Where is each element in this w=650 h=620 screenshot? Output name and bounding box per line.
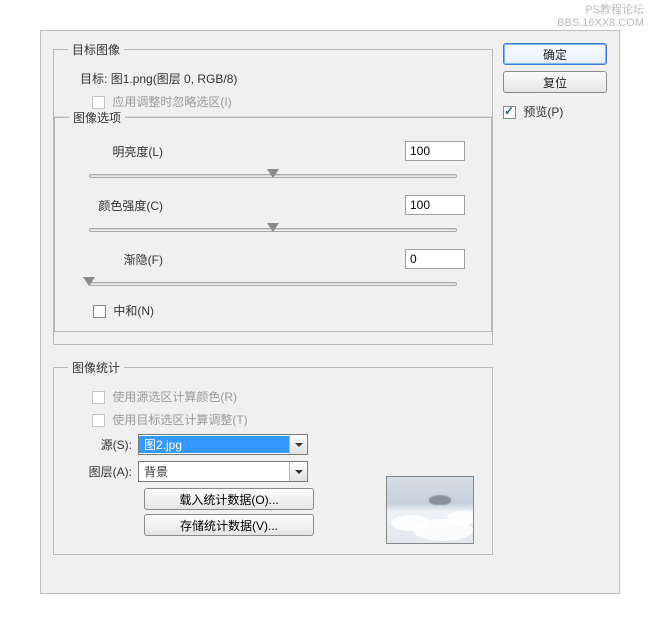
color-intensity-thumb[interactable] — [267, 223, 279, 232]
target-value: 图1.png(图层 0, RGB/8) — [111, 72, 238, 86]
layer-combo[interactable]: 背景 — [138, 461, 308, 482]
load-stats-button[interactable]: 载入统计数据(O)... — [144, 488, 314, 510]
preview-label: 预览(P) — [523, 105, 563, 119]
group-target-image: 目标图像 目标: 图1.png(图层 0, RGB/8) 应用调整时忽略选区(I… — [53, 41, 493, 345]
fade-slider[interactable] — [89, 278, 457, 292]
legend-target-image: 目标图像 — [68, 41, 124, 58]
use-source-sel-label: 使用源选区计算颜色(R) — [112, 390, 237, 404]
legend-image-stats: 图像统计 — [68, 359, 124, 376]
preview-row: 预览(P) — [503, 103, 607, 120]
fade-input[interactable] — [405, 249, 465, 269]
source-value: 图2.jpg — [139, 436, 289, 453]
layer-value: 背景 — [139, 463, 289, 480]
ignore-selection-label: 应用调整时忽略选区(I) — [112, 95, 231, 109]
use-source-sel-checkbox — [92, 391, 105, 404]
ignore-selection-checkbox — [92, 96, 105, 109]
source-thumbnail — [386, 476, 474, 544]
reset-button[interactable]: 复位 — [503, 71, 607, 93]
luminance-thumb[interactable] — [267, 169, 279, 178]
color-intensity-label: 颜色强度(C) — [69, 197, 169, 214]
use-source-sel-row: 使用源选区计算颜色(R) — [92, 388, 478, 405]
group-image-stats: 图像统计 使用源选区计算颜色(R) 使用目标选区计算调整(T) 源(S): 图2… — [53, 359, 493, 555]
fade-label: 渐隐(F) — [69, 251, 169, 268]
legend-image-options: 图像选项 — [69, 109, 125, 126]
group-image-options: 图像选项 明亮度(L) 颜色强度(C) — [54, 109, 492, 332]
use-target-sel-label: 使用目标选区计算调整(T) — [112, 413, 247, 427]
neutralize-row: 中和(N) — [93, 302, 477, 319]
neutralize-label: 中和(N) — [113, 304, 154, 318]
luminance-input[interactable] — [405, 141, 465, 161]
ignore-selection-row: 应用调整时忽略选区(I) — [92, 93, 478, 110]
luminance-label: 明亮度(L) — [69, 143, 169, 160]
neutralize-checkbox[interactable] — [93, 305, 106, 318]
fade-thumb[interactable] — [83, 277, 95, 286]
watermark: PS教程论坛 BBS.16XX8.COM — [557, 4, 644, 30]
chevron-down-icon[interactable] — [289, 462, 307, 481]
ok-button[interactable]: 确定 — [503, 43, 607, 65]
color-intensity-slider[interactable] — [89, 224, 457, 238]
target-label: 目标: — [80, 72, 107, 86]
save-stats-button[interactable]: 存储统计数据(V)... — [144, 514, 314, 536]
luminance-slider[interactable] — [89, 170, 457, 184]
use-target-sel-checkbox — [92, 414, 105, 427]
source-combo[interactable]: 图2.jpg — [138, 434, 308, 455]
target-row: 目标: 图1.png(图层 0, RGB/8) — [80, 70, 478, 87]
match-color-dialog: 目标图像 目标: 图1.png(图层 0, RGB/8) 应用调整时忽略选区(I… — [40, 30, 620, 594]
layer-label: 图层(A): — [68, 463, 138, 480]
use-target-sel-row: 使用目标选区计算调整(T) — [92, 411, 478, 428]
preview-checkbox[interactable] — [503, 106, 516, 119]
color-intensity-input[interactable] — [405, 195, 465, 215]
source-label: 源(S): — [68, 436, 138, 453]
chevron-down-icon[interactable] — [289, 435, 307, 454]
